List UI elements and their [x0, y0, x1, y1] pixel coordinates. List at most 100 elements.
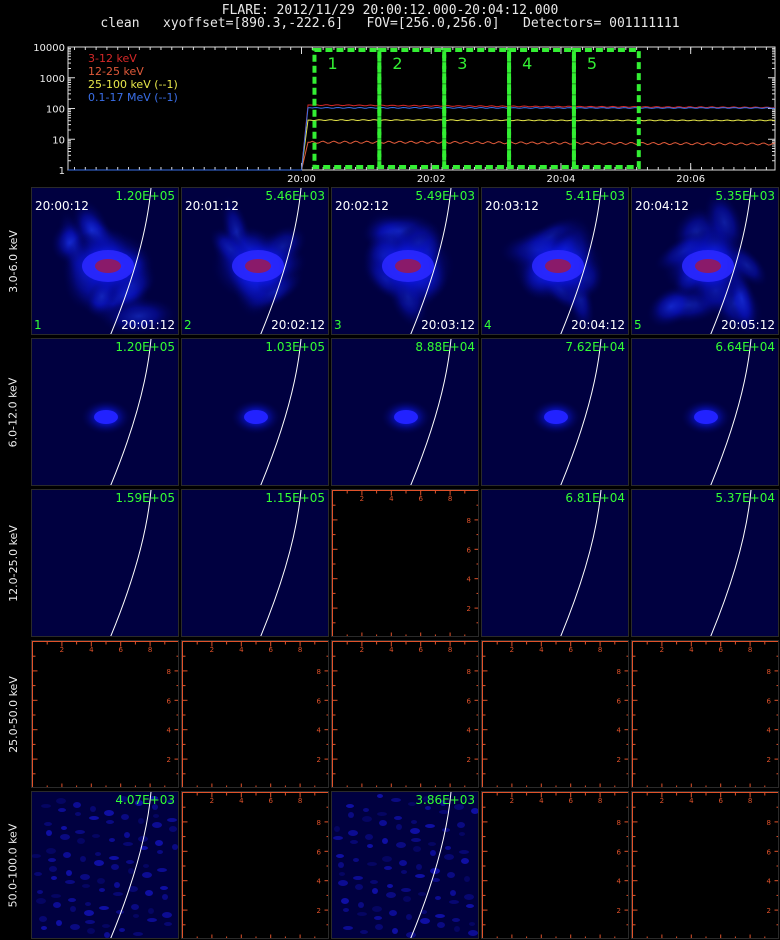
noise-blob — [61, 826, 67, 830]
noise-blob — [464, 894, 474, 900]
empty-panel[interactable]: 2 2 4 4 6 6 8 8 — [631, 640, 779, 788]
interval-label: 5 — [587, 54, 597, 73]
noise-blob — [454, 926, 460, 932]
image-panel[interactable]: 1.59E+05 — [31, 489, 179, 637]
noise-blob — [339, 872, 345, 876]
axis-tick-label: 2 — [617, 756, 621, 764]
energy-band-label: 12.0-25.0 keV — [0, 489, 26, 637]
noise-blob — [51, 876, 57, 880]
empty-panel[interactable]: 2 2 4 4 6 6 8 8 — [481, 640, 629, 788]
noise-blob — [416, 864, 422, 870]
noise-blob — [468, 930, 478, 936]
image-panel[interactable]: 6.81E+04 — [481, 489, 629, 637]
noise-blob — [48, 858, 56, 862]
solar-limb — [260, 490, 302, 636]
empty-panel[interactable]: 2 2 4 4 6 6 8 8 — [331, 640, 479, 788]
interval-box[interactable] — [312, 48, 382, 169]
noise-blob — [73, 802, 81, 808]
y-tick-label: 100 — [46, 105, 65, 116]
empty-panel[interactable]: 2 2 4 4 6 6 8 8 — [331, 489, 479, 637]
peak-flux-label: 7.62E+04 — [565, 340, 625, 354]
peak-flux-label: 1.20E+05 — [115, 189, 175, 203]
noise-blob — [425, 824, 435, 828]
noise-blob — [60, 834, 70, 840]
y-tick-label: 10000 — [33, 43, 65, 54]
noise-blob — [418, 892, 426, 896]
image-panel[interactable]: 4.07E+03 — [31, 791, 179, 939]
noise-blob — [119, 928, 125, 932]
interval-label: 4 — [522, 54, 532, 73]
legend-entry: 12-25 keV — [88, 65, 144, 78]
image-panel[interactable]: 5.49E+03 20:02:12 20:03:12 3 — [331, 187, 479, 335]
empty-axes-frame — [32, 641, 178, 787]
noise-blob — [145, 890, 153, 896]
image-panel[interactable]: 1.03E+05 — [181, 338, 329, 486]
empty-panel[interactable]: 2 2 4 4 6 6 8 8 — [481, 791, 629, 939]
axis-tick-label: 8 — [167, 668, 171, 676]
image-panel[interactable]: 1.20E+05 20:00:12 20:01:12 1 — [31, 187, 179, 335]
energy-band-label: 50.0-100.0 keV — [0, 791, 26, 939]
interval-start-time: 20:04:12 — [635, 199, 689, 213]
x-tick-label: 20:04 — [547, 174, 576, 185]
noise-blob — [372, 906, 382, 912]
noise-blob — [128, 868, 134, 874]
empty-panel[interactable]: 2 2 4 4 6 6 8 8 — [31, 640, 179, 788]
image-panel[interactable]: 1.15E+05 — [181, 489, 329, 637]
axis-tick-label: 8 — [317, 668, 321, 676]
peak-flux-label: 5.37E+04 — [715, 491, 775, 505]
interval-start-time: 20:02:12 — [335, 199, 389, 213]
axis-tick-label: 8 — [767, 668, 771, 676]
noise-blob — [90, 806, 96, 812]
image-panel[interactable]: 7.62E+04 — [481, 338, 629, 486]
noise-blob — [104, 810, 114, 816]
image-panel[interactable]: 1.20E+05 — [31, 338, 179, 486]
image-panel[interactable]: 5.35E+03 20:04:12 20:05:12 5 — [631, 187, 779, 335]
noise-blob — [164, 922, 172, 926]
image-panel[interactable]: 3.86E+03 — [331, 791, 479, 939]
interval-end-time: 20:01:12 — [121, 318, 175, 332]
noise-blob — [382, 838, 388, 844]
empty-axes-frame — [332, 641, 478, 787]
noise-blob — [109, 856, 119, 860]
interval-index: 1 — [34, 318, 42, 332]
empty-axes-frame — [182, 792, 328, 938]
axis-tick-label: 4 — [317, 727, 322, 735]
source-peak — [395, 259, 421, 273]
empty-panel[interactable]: 2 2 4 4 6 6 8 8 — [631, 791, 779, 939]
noise-blob — [459, 832, 465, 836]
noise-blob — [375, 924, 383, 930]
x-tick-label: 20:02 — [417, 174, 446, 185]
noise-blob — [56, 798, 66, 804]
image-panel[interactable]: 5.37E+04 — [631, 489, 779, 637]
x-tick-label: 20:06 — [676, 174, 705, 185]
empty-panel[interactable]: 2 2 4 4 6 6 8 8 — [181, 640, 329, 788]
axis-tick-label: 6 — [767, 848, 772, 856]
image-panel[interactable]: 6.64E+04 — [631, 338, 779, 486]
axis-tick-label: 8 — [598, 646, 602, 654]
solar-limb — [560, 490, 602, 636]
noise-blob — [162, 894, 168, 900]
energy-band-label: 6.0-12.0 keV — [0, 338, 26, 486]
source-body — [544, 410, 568, 424]
empty-axes-frame — [182, 641, 328, 787]
axis-tick-label: 4 — [467, 727, 472, 735]
image-panel[interactable]: 5.41E+03 20:03:12 20:04:12 4 — [481, 187, 629, 335]
energy-band-text: 6.0-12.0 keV — [6, 377, 20, 447]
axis-tick-label: 2 — [317, 756, 321, 764]
noise-blob — [432, 878, 440, 882]
image-panel[interactable]: 5.46E+03 20:01:12 20:02:12 2 — [181, 187, 329, 335]
noise-blob — [357, 912, 367, 916]
noise-blob — [338, 862, 344, 868]
noise-blob — [162, 912, 172, 918]
image-panel[interactable]: 8.88E+04 — [331, 338, 479, 486]
axis-tick-label: 2 — [510, 797, 514, 805]
empty-panel[interactable]: 2 2 4 4 6 6 8 8 — [181, 791, 329, 939]
axis-tick-label: 2 — [60, 646, 64, 654]
noise-blob — [415, 874, 425, 878]
legend-entry: 3-12 keV — [88, 52, 137, 65]
axis-tick-label: 4 — [617, 878, 622, 886]
noise-blob — [85, 902, 91, 906]
noise-blob — [461, 858, 469, 864]
axis-tick-label: 4 — [89, 646, 94, 654]
axis-tick-label: 8 — [767, 819, 771, 827]
